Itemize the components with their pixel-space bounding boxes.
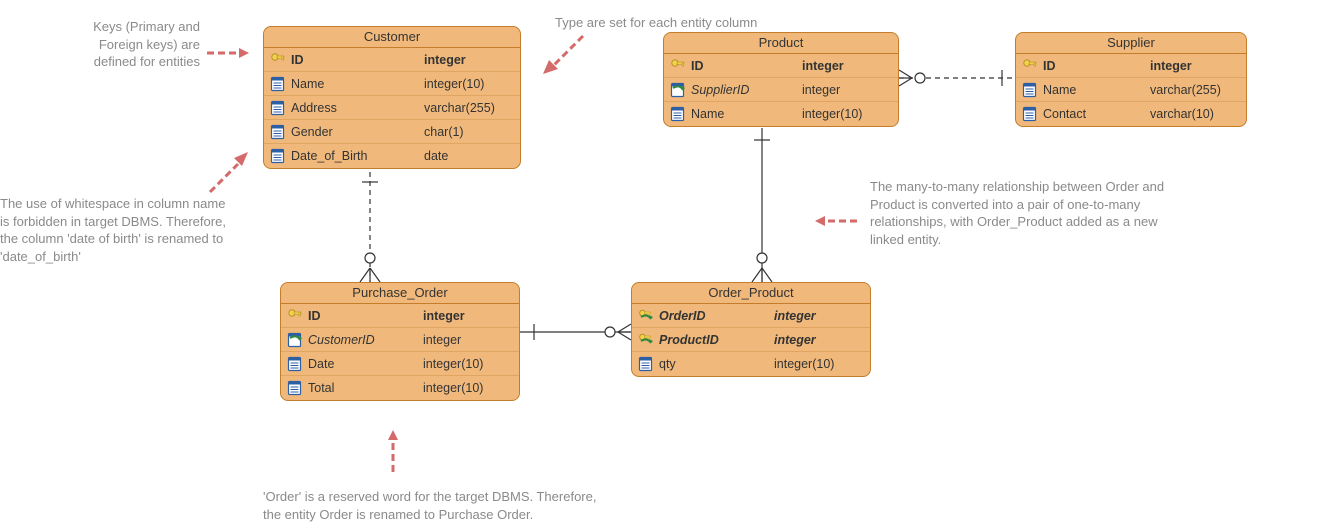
column-icon [270,124,286,140]
column-row: Address varchar(255) [264,96,520,120]
primary-key-icon [270,52,286,68]
foreign-key-icon [287,332,303,348]
column-icon [270,76,286,92]
column-icon [1022,106,1038,122]
column-row: ID integer [281,304,519,328]
entity-purchase-order[interactable]: Purchase_Order ID integer CustomerID int… [280,282,520,401]
arrow-icon [543,32,587,76]
entity-title: Order_Product [632,283,870,304]
column-icon [1022,82,1038,98]
entity-title: Purchase_Order [281,283,519,304]
column-row: ProductID integer [632,328,870,352]
entity-customer[interactable]: Customer ID integer Name integer(10) Add… [263,26,521,169]
primary-key-icon [670,58,686,74]
column-icon [638,356,654,372]
arrow-icon [206,152,250,196]
primary-foreign-key-icon [638,308,654,324]
column-row: ID integer [664,54,898,78]
annotation-keys: Keys (Primary and Foreign keys) are defi… [40,18,200,71]
column-row: ID integer [264,48,520,72]
column-row: CustomerID integer [281,328,519,352]
entity-title: Customer [264,27,520,48]
column-icon [270,100,286,116]
arrow-icon [386,430,400,474]
column-row: Name varchar(255) [1016,78,1246,102]
primary-foreign-key-icon [638,332,654,348]
column-icon [670,106,686,122]
entity-order-product[interactable]: Order_Product OrderID integer ProductID … [631,282,871,377]
column-row: SupplierID integer [664,78,898,102]
column-row: Gender char(1) [264,120,520,144]
column-row: Name integer(10) [264,72,520,96]
column-icon [270,148,286,164]
annotation-types: Type are set for each entity column [555,14,757,32]
entity-title: Supplier [1016,33,1246,54]
column-icon [287,380,303,396]
column-row: OrderID integer [632,304,870,328]
column-row: Name integer(10) [664,102,898,126]
arrow-icon [815,214,859,228]
arrow-icon [207,46,251,60]
column-row: Date_of_Birth date [264,144,520,168]
annotation-m2m: The many-to-many relationship between Or… [870,178,1270,248]
annotation-whitespace: The use of whitespace in column name is … [0,195,260,265]
column-row: Contact varchar(10) [1016,102,1246,126]
primary-key-icon [287,308,303,324]
column-row: Total integer(10) [281,376,519,400]
entity-title: Product [664,33,898,54]
primary-key-icon [1022,58,1038,74]
column-row: ID integer [1016,54,1246,78]
entity-supplier[interactable]: Supplier ID integer Name varchar(255) Co… [1015,32,1247,127]
column-row: Date integer(10) [281,352,519,376]
annotation-order: 'Order' is a reserved word for the targe… [263,488,703,523]
entity-product[interactable]: Product ID integer SupplierID integer Na… [663,32,899,127]
column-row: qty integer(10) [632,352,870,376]
foreign-key-icon [670,82,686,98]
column-icon [287,356,303,372]
